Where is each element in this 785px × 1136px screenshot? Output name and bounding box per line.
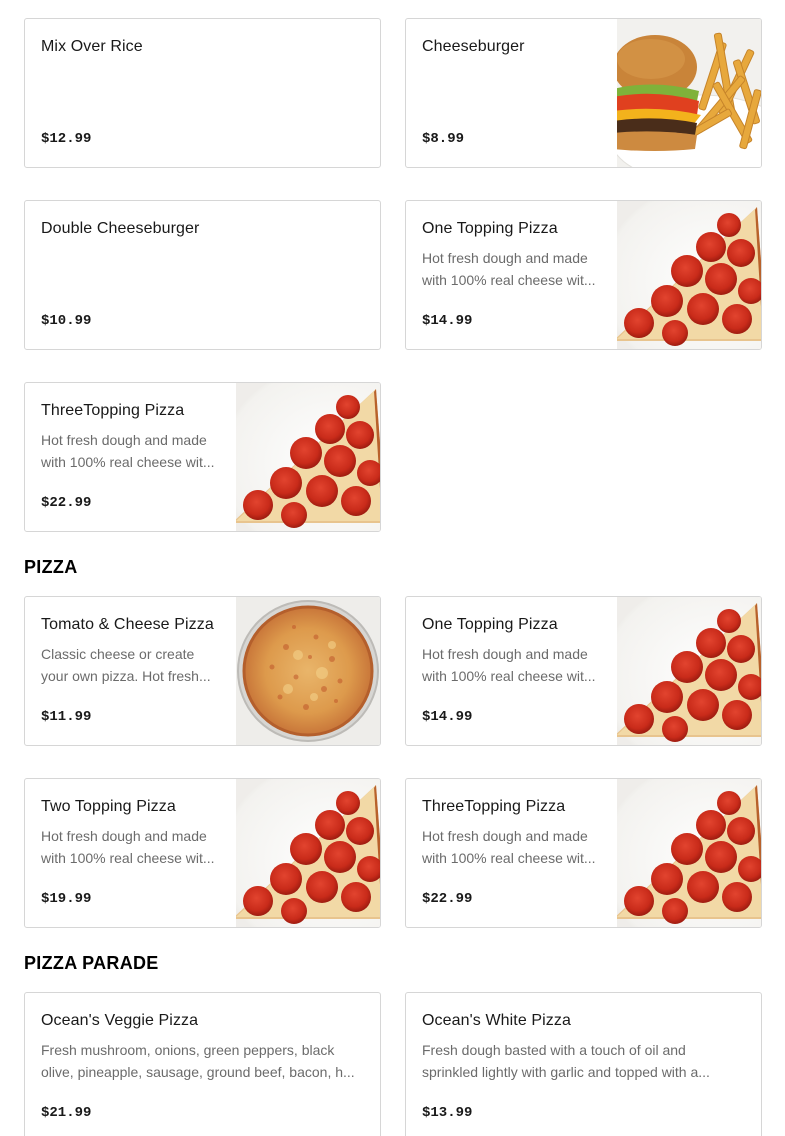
menu-item-card[interactable]: Tomato & Cheese Pizza Classic cheese or …	[24, 596, 381, 746]
menu-item-card[interactable]: Ocean's Veggie Pizza Fresh mushroom, oni…	[24, 992, 381, 1136]
section-title: PIZZA PARADE	[24, 953, 159, 973]
menu-item-name: Ocean's White Pizza	[422, 1012, 572, 1029]
menu-item-name: Cheeseburger	[422, 38, 525, 55]
pepperoni-slice-photo	[236, 779, 380, 927]
menu-item-description: Classic cheese or create your own pizza.…	[41, 646, 211, 684]
menu-item-card[interactable]: ThreeTopping Pizza Hot fresh dough and m…	[24, 382, 381, 532]
pepperoni-slice-photo	[236, 383, 380, 531]
menu-item-description: Fresh dough basted with a touch of oil a…	[422, 1042, 710, 1080]
menu-item-price: $8.99	[422, 131, 465, 147]
menu-item-card[interactable]: One Topping Pizza Hot fresh dough and ma…	[405, 596, 762, 746]
menu-item-price: $22.99	[422, 891, 473, 907]
menu-item-price: $14.99	[422, 709, 473, 725]
menu-item-name: Ocean's Veggie Pizza	[41, 1012, 199, 1029]
menu-item-price: $22.99	[41, 495, 92, 511]
pepperoni-slice-photo	[617, 779, 761, 927]
menu-item-price: $11.99	[41, 709, 92, 725]
menu-item-price: $21.99	[41, 1105, 92, 1121]
menu-item-description: Hot fresh dough and made with 100% real …	[422, 828, 596, 866]
menu-item-card[interactable]: Double Cheeseburger $10.99	[24, 200, 381, 350]
cheeseburger-photo	[617, 19, 761, 167]
menu-item-price: $10.99	[41, 313, 92, 329]
menu-item-name: One Topping Pizza	[422, 220, 558, 237]
menu-item-price: $13.99	[422, 1105, 473, 1121]
menu-item-price: $19.99	[41, 891, 92, 907]
menu-item-name: Mix Over Rice	[41, 38, 143, 55]
menu-item-card[interactable]: ThreeTopping Pizza Hot fresh dough and m…	[405, 778, 762, 928]
menu-item-name: Two Topping Pizza	[41, 798, 176, 815]
menu-item-name: Double Cheeseburger	[41, 220, 200, 237]
menu-item-card[interactable]: Ocean's White Pizza Fresh dough basted w…	[405, 992, 762, 1136]
menu-item-name: Tomato & Cheese Pizza	[41, 616, 214, 633]
menu-item-name: One Topping Pizza	[422, 616, 558, 633]
menu-item-description: Hot fresh dough and made with 100% real …	[422, 250, 596, 288]
menu-item-card[interactable]: One Topping Pizza Hot fresh dough and ma…	[405, 200, 762, 350]
menu-item-price: $12.99	[41, 131, 92, 147]
section-title: PIZZA	[24, 557, 78, 577]
menu-item-name: ThreeTopping Pizza	[41, 402, 185, 419]
cheese-pizza-photo	[236, 597, 380, 745]
menu-item-description: Hot fresh dough and made with 100% real …	[422, 646, 596, 684]
pepperoni-slice-photo	[617, 597, 761, 745]
menu-item-description: Hot fresh dough and made with 100% real …	[41, 432, 215, 470]
menu-item-card[interactable]: Two Topping Pizza Hot fresh dough and ma…	[24, 778, 381, 928]
menu-item-name: ThreeTopping Pizza	[422, 798, 566, 815]
menu-item-description: Fresh mushroom, onions, green peppers, b…	[41, 1042, 355, 1080]
menu-item-card[interactable]: Mix Over Rice $12.99	[24, 18, 381, 168]
menu-item-description: Hot fresh dough and made with 100% real …	[41, 828, 215, 866]
menu-item-price: $14.99	[422, 313, 473, 329]
menu-item-card[interactable]: Cheeseburger $8.99	[405, 18, 762, 168]
pepperoni-slice-photo	[617, 201, 761, 349]
